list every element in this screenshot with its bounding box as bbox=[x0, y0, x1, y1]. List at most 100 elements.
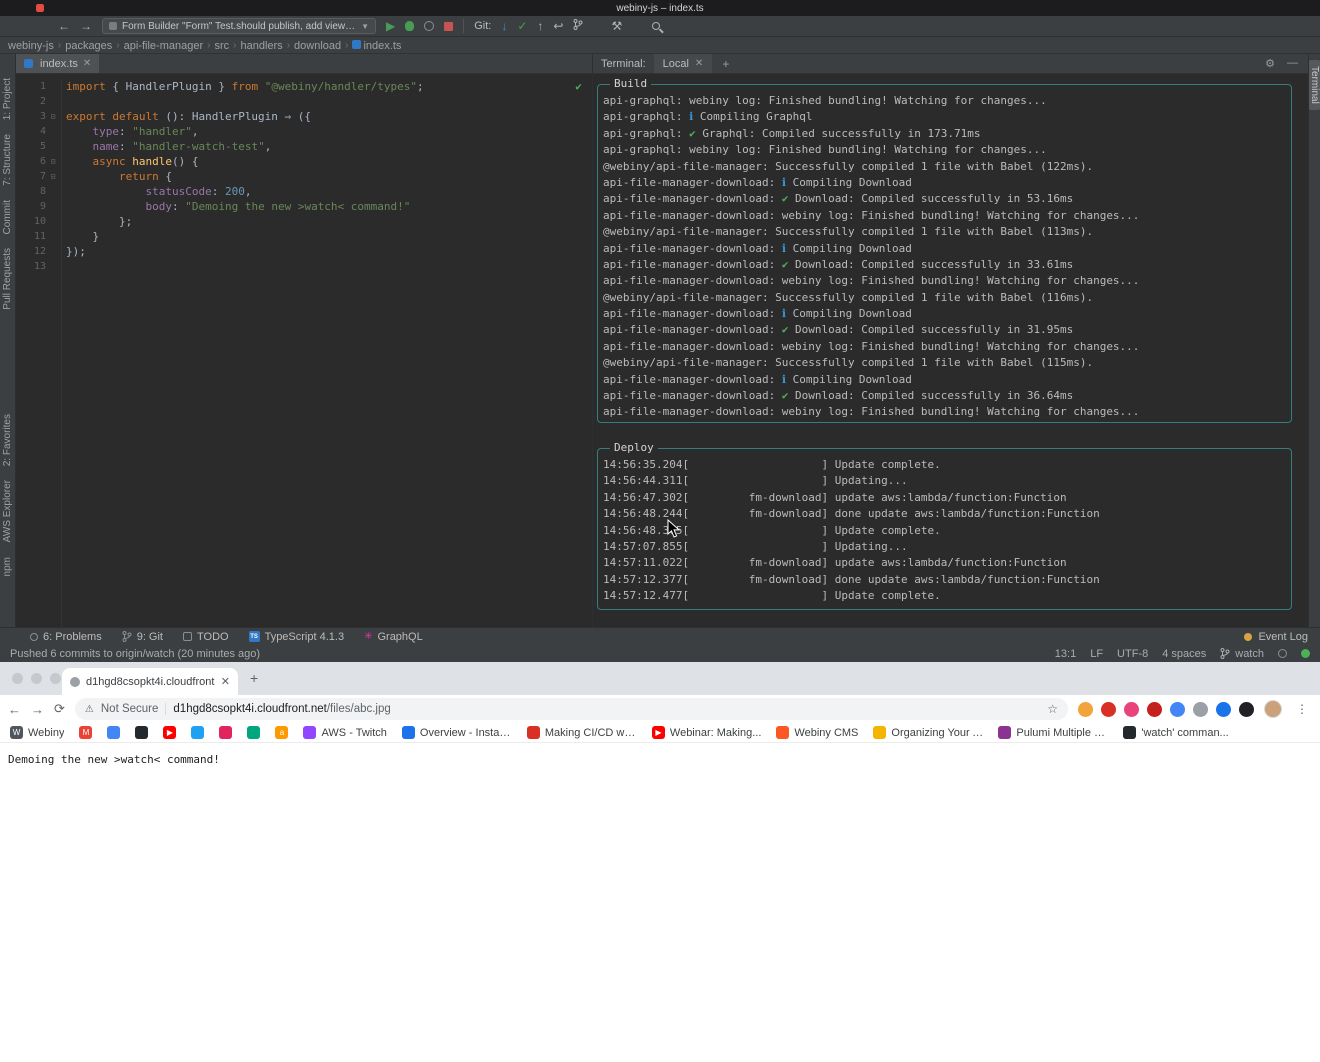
tool-stripe-aws-explorer[interactable]: AWS Explorer bbox=[2, 480, 13, 542]
editor-gutter[interactable]: 123⊟456⊟7⊟8910111213 bbox=[16, 79, 62, 627]
bookmark-item[interactable]: M bbox=[79, 726, 92, 739]
breadcrumb-item[interactable]: api-file-manager bbox=[124, 40, 203, 52]
window-zoom-button[interactable] bbox=[50, 673, 61, 684]
gutter-row[interactable]: 11 bbox=[16, 229, 61, 244]
code-line[interactable]: import { HandlerPlugin } from "@webiny/h… bbox=[66, 79, 592, 94]
typescript-widget[interactable]: TS TypeScript 4.1.3 bbox=[249, 631, 345, 643]
profiler-button[interactable] bbox=[424, 21, 434, 31]
git-update-button[interactable]: ↓ bbox=[501, 20, 507, 32]
bookmark-item[interactable]: Making CI/CD wor... bbox=[527, 726, 637, 739]
extension-icon[interactable] bbox=[1239, 702, 1254, 717]
bookmark-item[interactable]: Webiny CMS bbox=[776, 726, 858, 739]
extension-icon[interactable] bbox=[1170, 702, 1185, 717]
browser-menu-icon[interactable]: ⋮ bbox=[1292, 702, 1312, 716]
todo-widget[interactable]: TODO bbox=[183, 631, 229, 643]
screen-recording-icon[interactable] bbox=[36, 4, 44, 12]
extension-icon[interactable] bbox=[1193, 702, 1208, 717]
bookmark-item[interactable] bbox=[219, 726, 232, 739]
debug-button[interactable] bbox=[405, 21, 414, 31]
tool-stripe-pull-requests[interactable]: Pull Requests bbox=[2, 248, 13, 310]
window-minimize-button[interactable] bbox=[31, 673, 42, 684]
bookmark-item[interactable]: 'watch' comman... bbox=[1123, 726, 1228, 739]
fold-marker-icon[interactable]: ⊟ bbox=[46, 172, 60, 181]
run-configuration-select[interactable]: Form Builder "Form" Test.should publish,… bbox=[102, 18, 376, 34]
bookmark-item[interactable]: Pulumi Multiple pr... bbox=[998, 726, 1108, 739]
gutter-row[interactable]: 3⊟ bbox=[16, 109, 61, 124]
background-tasks-icon[interactable] bbox=[1278, 649, 1287, 658]
event-log-widget[interactable]: Event Log bbox=[1244, 631, 1308, 643]
terminal-settings-icon[interactable]: ⚙ bbox=[1265, 57, 1275, 70]
minimize-icon[interactable]: — bbox=[1287, 57, 1298, 70]
file-encoding[interactable]: UTF-8 bbox=[1117, 648, 1148, 660]
fold-marker-icon[interactable]: ⊟ bbox=[46, 157, 60, 166]
code-line[interactable]: async handle() { bbox=[66, 154, 592, 169]
gutter-row[interactable]: 4 bbox=[16, 124, 61, 139]
terminal-tab-local[interactable]: Local ✕ bbox=[654, 54, 713, 73]
extension-icon[interactable] bbox=[1124, 702, 1139, 717]
git-push-button[interactable]: ↑ bbox=[537, 20, 543, 32]
code-line[interactable]: body: "Demoing the new >watch< command!" bbox=[66, 199, 592, 214]
branch-widget[interactable]: watch bbox=[1220, 648, 1264, 660]
breadcrumb-item[interactable]: packages bbox=[65, 40, 112, 52]
breadcrumb-item[interactable]: src bbox=[214, 40, 229, 52]
gutter-row[interactable]: 13 bbox=[16, 259, 61, 274]
profile-avatar[interactable] bbox=[1264, 700, 1282, 718]
extension-icon[interactable] bbox=[1147, 702, 1162, 717]
run-button[interactable]: ▶ bbox=[386, 20, 395, 32]
close-icon[interactable]: ✕ bbox=[83, 58, 91, 69]
security-label[interactable]: Not Secure bbox=[101, 703, 159, 715]
editor-body[interactable]: 123⊟456⊟7⊟8910111213 import { HandlerPlu… bbox=[16, 74, 592, 627]
gutter-row[interactable]: 5 bbox=[16, 139, 61, 154]
breadcrumb-item[interactable]: webiny-js bbox=[8, 40, 54, 52]
code-line[interactable]: export default (): HandlerPlugin ⇒ ({ bbox=[66, 109, 592, 124]
breadcrumb-item[interactable]: index.ts bbox=[352, 40, 401, 52]
tool-stripe-commit[interactable]: Commit bbox=[2, 200, 13, 234]
tool-stripe-npm[interactable]: npm bbox=[2, 557, 13, 576]
gutter-row[interactable]: 2 bbox=[16, 94, 61, 109]
bookmark-item[interactable] bbox=[191, 726, 204, 739]
bookmark-item[interactable]: Organizing Your A... bbox=[873, 726, 983, 739]
fold-marker-icon[interactable]: ⊟ bbox=[46, 112, 60, 121]
bookmark-item[interactable] bbox=[135, 726, 148, 739]
indent-setting[interactable]: 4 spaces bbox=[1162, 648, 1206, 660]
new-tab-button[interactable]: + bbox=[250, 670, 258, 686]
breadcrumb-item[interactable]: download bbox=[294, 40, 341, 52]
code-line[interactable]: }; bbox=[66, 214, 592, 229]
git-branch-icon[interactable] bbox=[573, 19, 583, 33]
code-area[interactable]: import { HandlerPlugin } from "@webiny/h… bbox=[63, 79, 592, 627]
code-line[interactable]: } bbox=[66, 229, 592, 244]
reload-icon[interactable]: ⟳ bbox=[54, 701, 65, 717]
gutter-row[interactable]: 12 bbox=[16, 244, 61, 259]
code-line[interactable] bbox=[66, 259, 592, 274]
forward-icon[interactable]: → bbox=[31, 702, 44, 717]
line-separator[interactable]: LF bbox=[1090, 648, 1103, 660]
git-commit-button[interactable]: ✓ bbox=[517, 20, 527, 32]
bookmark-item[interactable]: a bbox=[275, 726, 288, 739]
address-bar[interactable]: ⚠ Not Secure d1hgd8csopkt4i.cloudfront.n… bbox=[75, 698, 1068, 720]
gutter-row[interactable]: 1 bbox=[16, 79, 61, 94]
bookmark-item[interactable]: WWebiny bbox=[10, 726, 64, 739]
git-revert-button[interactable]: ↩ bbox=[553, 20, 563, 32]
gutter-row[interactable]: 9 bbox=[16, 199, 61, 214]
code-line[interactable] bbox=[66, 94, 592, 109]
back-icon[interactable]: ← bbox=[58, 20, 70, 32]
close-icon[interactable]: ✕ bbox=[695, 58, 703, 69]
close-icon[interactable]: ✕ bbox=[221, 675, 230, 688]
extension-icon[interactable] bbox=[1078, 702, 1093, 717]
bookmark-star-icon[interactable]: ☆ bbox=[1047, 702, 1058, 716]
gutter-row[interactable]: 7⊟ bbox=[16, 169, 61, 184]
tool-stripe-1-project[interactable]: 1: Project bbox=[2, 78, 13, 120]
search-everywhere-icon[interactable] bbox=[652, 22, 660, 30]
build-hammer-icon[interactable]: ⚒ bbox=[611, 19, 622, 33]
extension-icon[interactable] bbox=[1101, 702, 1116, 717]
breadcrumb-item[interactable]: handlers bbox=[240, 40, 282, 52]
back-icon[interactable]: ← bbox=[8, 702, 21, 717]
inspection-ok-icon[interactable]: ✔ bbox=[575, 80, 582, 93]
code-line[interactable]: name: "handler-watch-test", bbox=[66, 139, 592, 154]
gutter-row[interactable]: 8 bbox=[16, 184, 61, 199]
tool-stripe-terminal[interactable]: Terminal bbox=[1309, 60, 1320, 110]
code-line[interactable]: }); bbox=[66, 244, 592, 259]
window-close-button[interactable] bbox=[12, 673, 23, 684]
terminal-output[interactable]: Build api-graphql: webiny log: Finished … bbox=[593, 74, 1308, 627]
bookmark-item[interactable]: ▶Webinar: Making... bbox=[652, 726, 762, 739]
